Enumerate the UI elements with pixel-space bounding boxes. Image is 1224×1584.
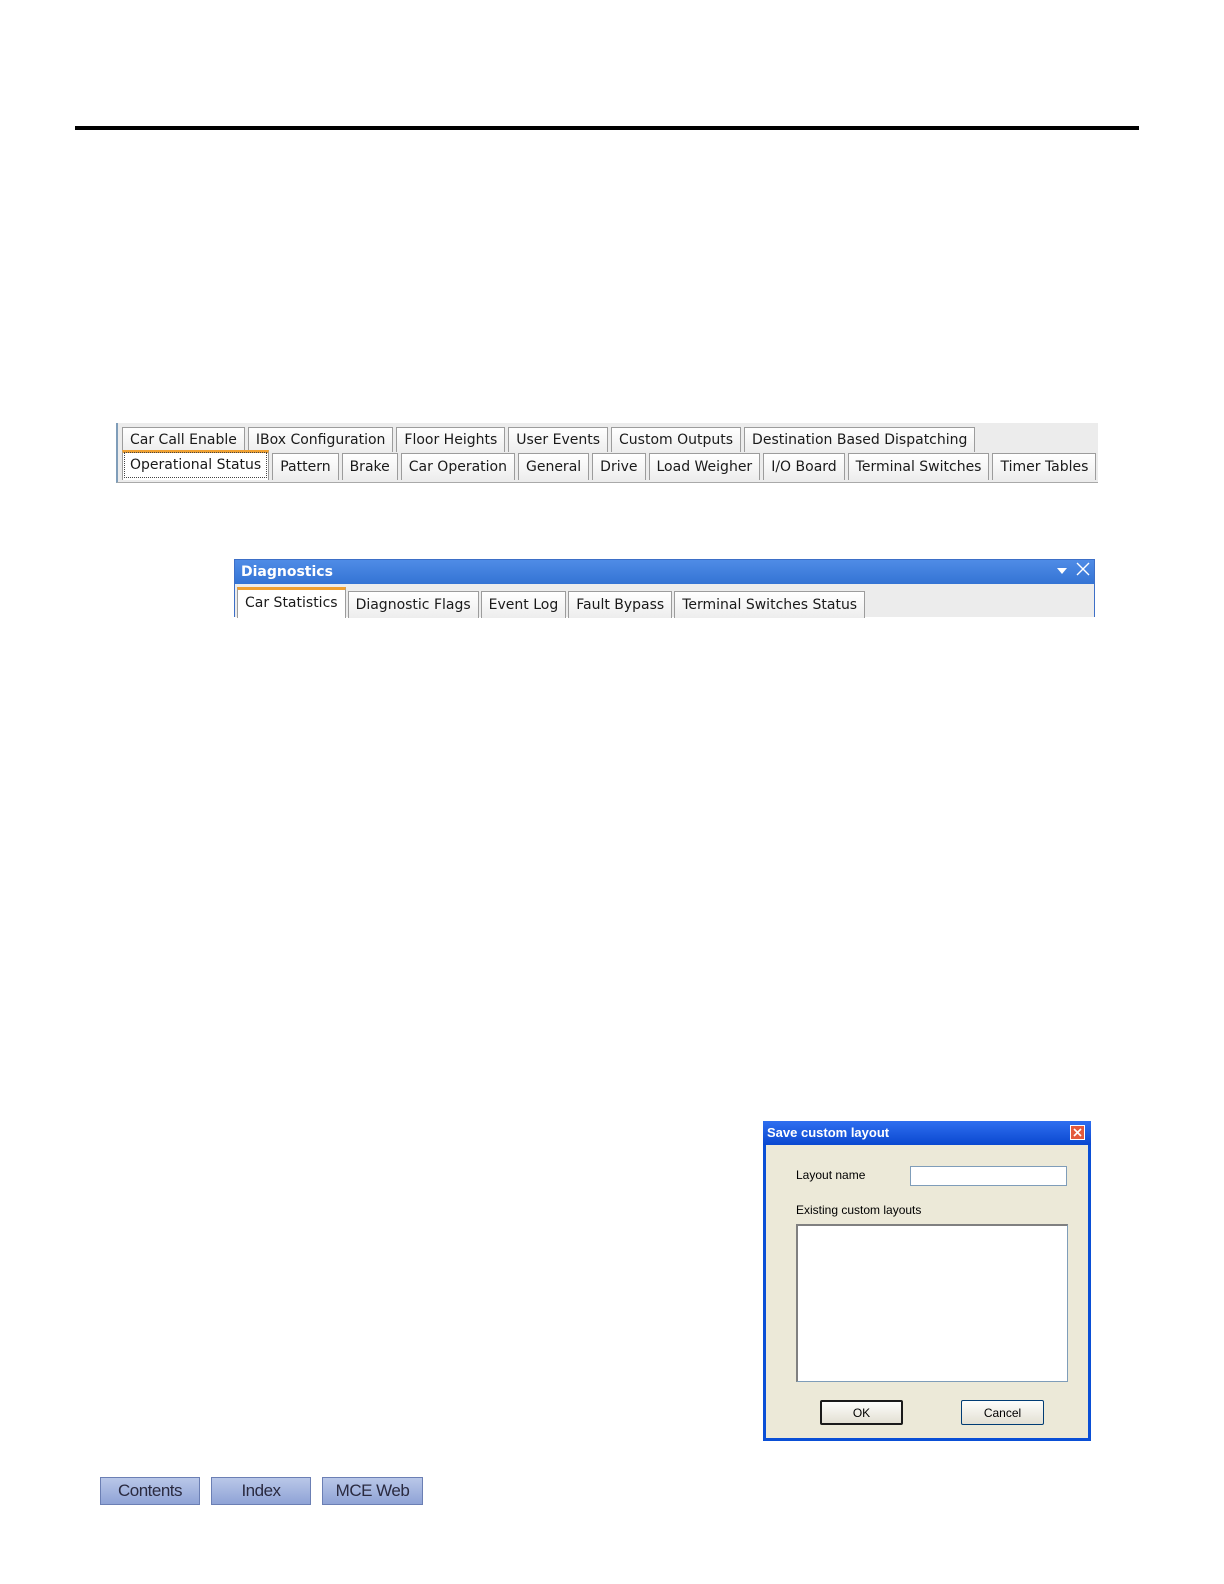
- cancel-button[interactable]: Cancel: [961, 1400, 1044, 1425]
- tab-load-weigher[interactable]: Load Weigher: [648, 453, 761, 480]
- existing-layouts-label: Existing custom layouts: [796, 1203, 922, 1217]
- diagnostics-tabs: Car Statistics Diagnostic Flags Event Lo…: [237, 587, 867, 618]
- tab-ibox-configuration[interactable]: IBox Configuration: [247, 427, 394, 452]
- diagnostics-title-bar: Diagnostics: [235, 560, 1094, 584]
- tab-drive[interactable]: Drive: [592, 453, 646, 480]
- ok-button[interactable]: OK: [820, 1400, 903, 1425]
- tab-operational-status[interactable]: Operational Status: [122, 450, 270, 480]
- tab-diagnostic-flags[interactable]: Diagnostic Flags: [347, 591, 479, 618]
- close-icon[interactable]: [1076, 560, 1090, 584]
- tab-general[interactable]: General: [517, 453, 590, 480]
- tab-timer-tables[interactable]: Timer Tables: [992, 453, 1097, 480]
- contents-button[interactable]: Contents: [100, 1477, 200, 1505]
- tab-brake[interactable]: Brake: [341, 453, 398, 480]
- tab-pattern[interactable]: Pattern: [272, 453, 339, 480]
- header-rule: [75, 126, 1139, 130]
- tab-custom-outputs[interactable]: Custom Outputs: [611, 427, 742, 452]
- tab-car-call-enable[interactable]: Car Call Enable: [122, 427, 245, 452]
- tab-io-board[interactable]: I/O Board: [763, 453, 845, 480]
- settings-tab-strip: Car Call Enable IBox Configuration Floor…: [116, 423, 1098, 483]
- close-icon[interactable]: [1070, 1125, 1085, 1140]
- diagnostics-title-icons: [1056, 560, 1090, 584]
- layout-name-label: Layout name: [796, 1168, 866, 1182]
- diagnostics-title: Diagnostics: [241, 564, 333, 580]
- layout-name-input[interactable]: [910, 1166, 1067, 1186]
- diagnostics-panel: Diagnostics Car Statistics Diagnostic Fl…: [234, 559, 1095, 618]
- tab-terminal-switches[interactable]: Terminal Switches: [847, 453, 990, 480]
- tab-floor-heights[interactable]: Floor Heights: [396, 427, 506, 452]
- index-button[interactable]: Index: [211, 1477, 311, 1505]
- tab-destination-based-dispatching[interactable]: Destination Based Dispatching: [744, 427, 976, 452]
- mce-web-button[interactable]: MCE Web: [322, 1477, 423, 1505]
- tab-row-2: Operational Status Pattern Brake Car Ope…: [122, 450, 1099, 480]
- tab-terminal-switches-status[interactable]: Terminal Switches Status: [674, 591, 866, 618]
- tab-event-log[interactable]: Event Log: [480, 591, 567, 618]
- dialog-title: Save custom layout: [767, 1125, 890, 1140]
- tab-user-events[interactable]: User Events: [508, 427, 609, 452]
- tab-car-statistics[interactable]: Car Statistics: [237, 587, 346, 618]
- dialog-title-bar: Save custom layout: [763, 1121, 1091, 1145]
- tab-row-1: Car Call Enable IBox Configuration Floor…: [122, 425, 978, 452]
- save-custom-layout-dialog: Save custom layout Layout name Existing …: [763, 1121, 1091, 1441]
- existing-layouts-list[interactable]: [796, 1224, 1068, 1382]
- tab-car-operation[interactable]: Car Operation: [400, 453, 515, 480]
- dropdown-arrow-icon[interactable]: [1056, 560, 1068, 584]
- tab-fault-bypass[interactable]: Fault Bypass: [568, 591, 673, 618]
